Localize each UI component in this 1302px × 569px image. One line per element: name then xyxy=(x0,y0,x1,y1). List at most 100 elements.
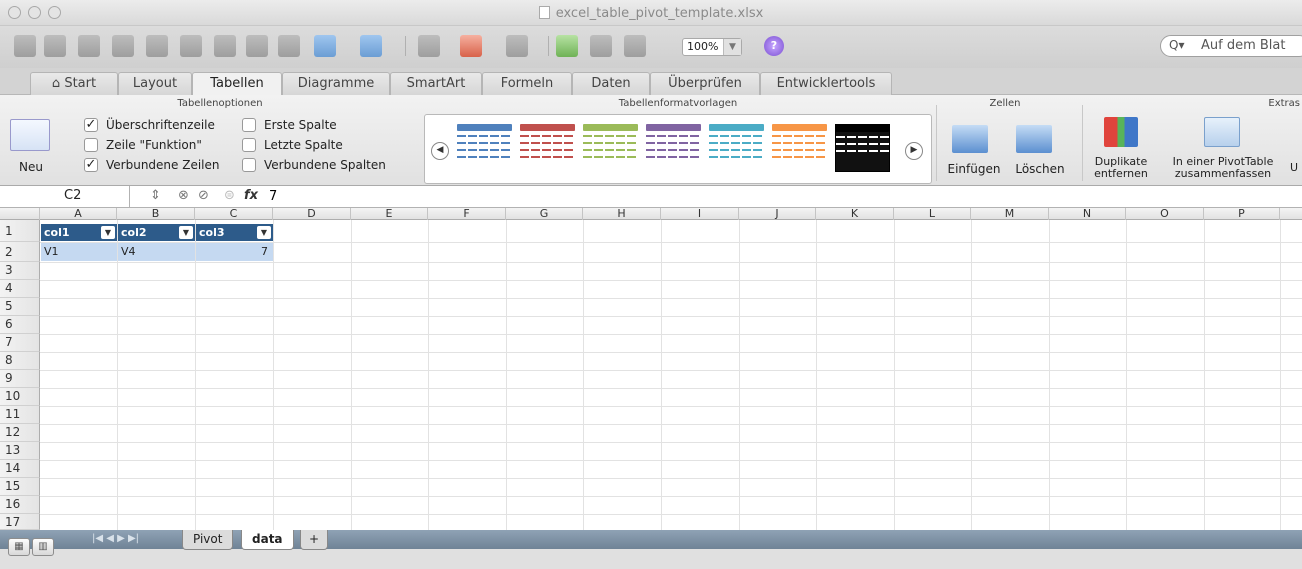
save-icon[interactable] xyxy=(112,35,134,57)
column-header[interactable]: G xyxy=(506,208,583,220)
function-icon[interactable] xyxy=(556,35,578,57)
tab-ueberpruefen[interactable]: Überprüfen xyxy=(650,72,760,95)
toolbox-icon[interactable] xyxy=(624,35,646,57)
filter-dropdown-icon[interactable]: ▼ xyxy=(257,226,271,239)
cut-icon[interactable] xyxy=(180,35,202,57)
column-header[interactable]: P xyxy=(1204,208,1280,220)
tab-entwicklertools[interactable]: Entwicklertools xyxy=(760,72,892,95)
checkbox-ueberschriftenzeile[interactable]: ✓ xyxy=(84,118,98,132)
row-header[interactable]: 14 xyxy=(0,460,40,478)
table-header-cell[interactable]: col3 ▼ xyxy=(196,224,273,241)
row-header[interactable]: 8 xyxy=(0,352,40,370)
column-header[interactable]: A xyxy=(40,208,117,220)
table-style-aqua[interactable] xyxy=(709,124,764,172)
tab-tabellen[interactable]: Tabellen xyxy=(192,72,282,96)
print-icon[interactable] xyxy=(146,35,168,57)
formula-input[interactable]: 7 xyxy=(269,189,277,204)
new-document-icon[interactable] xyxy=(14,35,36,57)
search-input[interactable]: Q▾ Auf dem Blat xyxy=(1160,35,1302,57)
column-header[interactable]: C xyxy=(195,208,273,220)
undo-icon[interactable] xyxy=(314,35,336,57)
autosum-icon[interactable] xyxy=(418,35,440,57)
table-cell-selected[interactable]: 7 xyxy=(196,243,273,261)
column-header[interactable]: K xyxy=(816,208,894,220)
format-brush-icon[interactable] xyxy=(278,35,300,57)
table-style-black[interactable] xyxy=(835,124,890,172)
row-header[interactable]: 15 xyxy=(0,478,40,496)
row-header[interactable]: 7 xyxy=(0,334,40,352)
column-header[interactable]: J xyxy=(739,208,816,220)
confirm-entry-icon[interactable]: ⊘ xyxy=(198,188,209,203)
template-gallery-icon[interactable] xyxy=(44,35,66,57)
sheet-tab-pivot[interactable]: Pivot xyxy=(182,530,234,550)
checkbox-erste-spalte[interactable] xyxy=(242,118,256,132)
column-header[interactable]: M xyxy=(971,208,1049,220)
column-header[interactable]: H xyxy=(583,208,661,220)
table-style-blue[interactable] xyxy=(457,124,512,172)
gallery-prev-icon[interactable]: ◀ xyxy=(431,142,449,160)
column-header[interactable]: B xyxy=(117,208,195,220)
function-fx-icon[interactable]: fx xyxy=(244,188,258,203)
row-header[interactable]: 9 xyxy=(0,370,40,388)
row-header[interactable]: 12 xyxy=(0,424,40,442)
select-all-corner[interactable] xyxy=(0,208,40,220)
row-header[interactable]: 5 xyxy=(0,298,40,316)
table-style-red[interactable] xyxy=(520,124,575,172)
tab-diagramme[interactable]: Diagramme xyxy=(282,72,390,95)
open-icon[interactable] xyxy=(78,35,100,57)
column-header[interactable]: I xyxy=(661,208,739,220)
row-header[interactable]: 11 xyxy=(0,406,40,424)
column-header[interactable]: E xyxy=(351,208,428,220)
table-style-purple[interactable] xyxy=(646,124,701,172)
checkbox-letzte-spalte[interactable] xyxy=(242,138,256,152)
column-header[interactable]: D xyxy=(273,208,351,220)
insert-cells-icon[interactable] xyxy=(952,125,988,153)
add-sheet-button[interactable]: + xyxy=(300,530,329,550)
table-header-cell[interactable]: col1 ▼ xyxy=(41,224,117,241)
page-layout-view-icon[interactable]: ▥ xyxy=(32,538,54,556)
column-header[interactable]: O xyxy=(1126,208,1204,220)
cancel-entry-icon[interactable]: ⊗ xyxy=(178,188,189,203)
name-box[interactable]: C2 xyxy=(0,186,130,207)
checkbox-verbundene-zeilen[interactable]: ✓ xyxy=(84,158,98,172)
paste-icon[interactable] xyxy=(246,35,268,57)
row-header[interactable]: 2 xyxy=(0,242,40,262)
row-header[interactable]: 10 xyxy=(0,388,40,406)
tab-formeln[interactable]: Formeln xyxy=(482,72,572,95)
row-header[interactable]: 17 xyxy=(0,514,40,530)
sort-icon[interactable] xyxy=(460,35,482,57)
tab-smartart[interactable]: SmartArt xyxy=(390,72,482,95)
table-cell[interactable]: V1 xyxy=(41,243,117,261)
new-table-icon[interactable] xyxy=(10,119,50,151)
filter-dropdown-icon[interactable]: ▼ xyxy=(101,226,115,239)
zoom-select[interactable]: 100% ▼ xyxy=(682,38,742,56)
gallery-icon[interactable] xyxy=(590,35,612,57)
tab-daten[interactable]: Daten xyxy=(572,72,650,95)
sheet-tab-data[interactable]: data xyxy=(241,530,294,550)
checkbox-verbundene-spalten[interactable] xyxy=(242,158,256,172)
insert-function-equals-icon[interactable]: ⊜ xyxy=(224,188,235,203)
row-header[interactable]: 6 xyxy=(0,316,40,334)
gallery-next-icon[interactable]: ▶ xyxy=(905,142,923,160)
table-style-green[interactable] xyxy=(583,124,638,172)
column-header[interactable]: L xyxy=(894,208,971,220)
name-box-stepper-icon[interactable]: ⇕ xyxy=(150,188,161,203)
row-header[interactable]: 13 xyxy=(0,442,40,460)
column-header[interactable]: N xyxy=(1049,208,1126,220)
copy-icon[interactable] xyxy=(214,35,236,57)
pivottable-icon[interactable] xyxy=(1204,117,1240,147)
tab-layout[interactable]: Layout xyxy=(118,72,192,95)
table-cell[interactable]: V4 xyxy=(118,243,195,261)
normal-view-icon[interactable]: ▦ xyxy=(8,538,30,556)
filter-dropdown-icon[interactable]: ▼ xyxy=(179,226,193,239)
delete-cells-icon[interactable] xyxy=(1016,125,1052,153)
row-header[interactable]: 1 xyxy=(0,220,40,242)
table-style-orange[interactable] xyxy=(772,124,827,172)
checkbox-zeile-funktion[interactable] xyxy=(84,138,98,152)
filter-icon[interactable] xyxy=(506,35,528,57)
tab-start[interactable]: ⌂ Start xyxy=(30,72,118,95)
sheet-nav-icons[interactable]: |◀ ◀ ▶ ▶| xyxy=(92,530,139,548)
redo-icon[interactable] xyxy=(360,35,382,57)
table-header-cell[interactable]: col2 ▼ xyxy=(118,224,195,241)
help-icon[interactable]: ? xyxy=(764,36,784,56)
